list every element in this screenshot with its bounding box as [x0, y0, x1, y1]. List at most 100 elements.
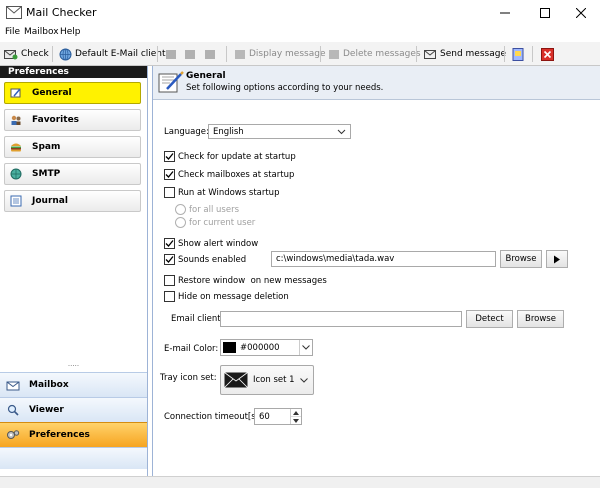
sidebar-item-smtp[interactable]: SMTP — [4, 163, 141, 185]
sidebar-item-journal[interactable]: Journal — [4, 190, 141, 212]
toolbar-separator — [416, 46, 417, 62]
all-users-label: for all users — [189, 204, 239, 215]
current-user-label: for current user — [189, 217, 256, 228]
mailbox-icon — [6, 381, 20, 391]
default-client-button[interactable]: Default E-Mail client — [59, 46, 166, 62]
check-mailboxes-checkbox[interactable] — [164, 169, 175, 180]
spinner-down-button[interactable] — [291, 417, 301, 424]
run-startup-checkbox[interactable] — [164, 187, 175, 198]
email-client-input[interactable] — [220, 311, 462, 327]
email-client-label: Email client: — [171, 314, 224, 324]
folder-prev-icon — [166, 50, 176, 59]
check-updates-row[interactable]: Check for update at startup — [164, 151, 296, 162]
timeout-value: 60 — [259, 411, 270, 422]
sidebar-splitter[interactable]: ····· — [0, 363, 147, 370]
all-users-row[interactable]: for all users — [175, 204, 239, 215]
send-message-label: Send message — [440, 49, 506, 59]
refresh-button[interactable] — [204, 46, 216, 62]
checkmark-icon — [165, 153, 174, 160]
tray-icon-select[interactable]: Icon set 1 — [220, 365, 314, 395]
chevron-down-icon — [337, 129, 346, 134]
email-color-select[interactable]: #000000 — [220, 339, 313, 356]
magnifier-icon — [7, 404, 19, 416]
sidebar-item-label: SMTP — [32, 169, 61, 179]
language-label: Language: — [164, 127, 209, 137]
current-user-radio[interactable] — [175, 217, 186, 228]
all-users-radio[interactable] — [175, 204, 186, 215]
sidebar-item-favorites[interactable]: Favorites — [4, 109, 141, 131]
minimize-button[interactable] — [486, 0, 524, 25]
check-button[interactable]: Check — [4, 46, 49, 62]
sidebar-item-general[interactable]: General — [4, 82, 141, 104]
menu-help[interactable]: Help — [60, 27, 81, 37]
status-bar — [0, 476, 600, 488]
default-client-label: Default E-Mail client — [75, 49, 166, 59]
sound-browse-button[interactable]: Browse — [500, 250, 542, 268]
restore-window-checkbox[interactable] — [164, 275, 175, 286]
toolbar-separator — [320, 46, 321, 62]
hide-on-delete-checkbox[interactable] — [164, 291, 175, 302]
run-startup-row[interactable]: Run at Windows startup — [164, 187, 279, 198]
toolbar: Check Default E-Mail client Display mess… — [0, 42, 600, 66]
restore-window-label: Restore window on new messages — [178, 275, 327, 286]
toolbar-separator — [52, 46, 53, 62]
hide-on-delete-row[interactable]: Hide on message deletion — [164, 291, 289, 302]
email-color-label: E-mail Color: — [164, 344, 219, 354]
next-button[interactable] — [184, 46, 196, 62]
display-message-button[interactable]: Display message — [234, 46, 325, 62]
email-color-value: #000000 — [240, 342, 280, 353]
sounds-enabled-row[interactable]: Sounds enabled — [164, 254, 246, 265]
check-label: Check — [21, 49, 49, 59]
menu-file[interactable]: File — [5, 27, 20, 37]
toolbar-separator — [157, 46, 158, 62]
spinner-up-button[interactable] — [291, 409, 301, 417]
check-mail-icon — [4, 50, 18, 60]
timeout-spinner[interactable]: 60 — [254, 408, 302, 425]
sidebar-item-spam[interactable]: Spam — [4, 136, 141, 158]
close-button[interactable] — [562, 0, 600, 25]
language-value: English — [213, 126, 244, 137]
play-sound-button[interactable] — [546, 250, 568, 268]
people-icon — [11, 115, 21, 125]
sounds-enabled-checkbox[interactable] — [164, 254, 175, 265]
info-card-icon — [512, 47, 524, 61]
envelope-icon — [6, 6, 22, 19]
timeout-label: Connection timeout[s]: — [164, 412, 262, 422]
delete-messages-button[interactable]: Delete messages — [328, 46, 421, 62]
title-bar: Mail Checker — [0, 0, 600, 25]
folder-next-icon — [185, 50, 195, 59]
nav-label: Preferences — [29, 430, 90, 440]
toolbar-separator — [226, 46, 227, 62]
send-message-button[interactable]: Send message — [424, 46, 506, 62]
nav-mailbox[interactable]: Mailbox — [0, 372, 147, 397]
maximize-icon — [540, 7, 550, 18]
restore-window-row[interactable]: Restore window on new messages — [164, 275, 327, 286]
check-updates-checkbox[interactable] — [164, 151, 175, 162]
sidebar: Preferences General Favorites Spam SMTP … — [0, 66, 148, 476]
hide-on-delete-label: Hide on message deletion — [178, 291, 289, 302]
check-mailboxes-row[interactable]: Check mailboxes at startup — [164, 169, 294, 180]
sounds-enabled-label: Sounds enabled — [178, 254, 247, 265]
about-button[interactable] — [512, 46, 524, 62]
show-alert-checkbox[interactable] — [164, 238, 175, 249]
show-alert-label: Show alert window — [178, 238, 259, 249]
menu-mailbox[interactable]: Mailbox — [24, 27, 59, 37]
nav-label: Mailbox — [29, 380, 69, 390]
detect-button[interactable]: Detect — [466, 310, 513, 328]
general-title: General — [186, 71, 226, 81]
current-user-row[interactable]: for current user — [175, 217, 255, 228]
exit-button[interactable] — [541, 46, 554, 62]
client-browse-button[interactable]: Browse — [517, 310, 564, 328]
nav-preferences[interactable]: Preferences — [0, 422, 147, 447]
sound-path-input[interactable]: c:\windows\media\tada.wav — [271, 251, 496, 267]
prev-button[interactable] — [165, 46, 177, 62]
maximize-button[interactable] — [526, 0, 564, 25]
show-alert-row[interactable]: Show alert window — [164, 238, 258, 249]
display-message-label: Display message — [249, 49, 326, 59]
settings-pencil-icon — [158, 71, 184, 93]
language-select[interactable]: English — [208, 124, 351, 139]
play-icon — [554, 255, 560, 263]
spinner-buttons — [290, 409, 301, 424]
color-dropdown-toggle[interactable] — [299, 340, 312, 355]
nav-viewer[interactable]: Viewer — [0, 397, 147, 422]
